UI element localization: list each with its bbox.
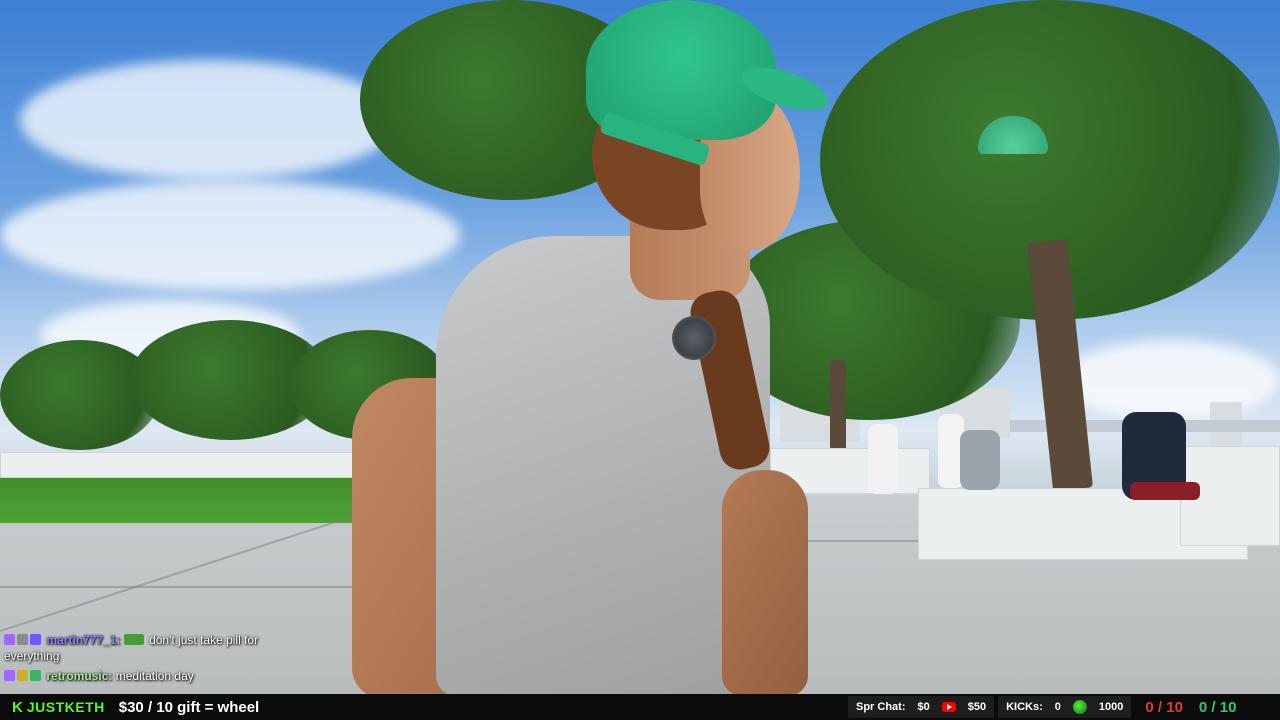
chat-message: retromusic: meditation day [4,668,304,684]
chat-username[interactable]: retromusic: [46,669,112,683]
score-green: 0 / 10 [1198,698,1237,716]
bystander [868,424,898,494]
super-chat-label: Spr Chat: [856,701,906,713]
chat-message: martin777_1: don't just take pill for ev… [4,632,304,664]
super-chat-value: $0 [917,701,930,713]
chat-text: meditation day [115,669,194,683]
streamer-arm [722,470,808,694]
emote-icon [123,634,144,645]
founder-badge-icon [30,670,41,681]
channel-name: JUSTKETH [26,699,105,715]
kicks-label: KICKs: [1006,701,1043,713]
vip-badge-icon [17,634,28,645]
cloud [20,60,400,180]
kick-coin-icon [1072,700,1087,714]
bystander [960,430,1000,490]
cloud [0,180,460,290]
tile-line [0,586,380,588]
bystander-legs [1130,482,1200,500]
chat-username[interactable]: martin777_1: [46,633,120,647]
score-red: 0 / 10 [1145,698,1183,716]
moderator-badge-icon [30,634,41,645]
gifter-badge-icon [17,670,28,681]
youtube-icon [941,702,956,712]
bottom-info-bar: K JUSTKETH $30 / 10 gift = wheel Spr Cha… [0,694,1280,720]
kicks-value: 0 [1054,701,1061,713]
youtube-value: $50 [967,701,987,713]
subscriber-badge-icon [4,670,15,681]
low-wall [0,452,400,478]
kick-goal-value: 1000 [1098,701,1124,713]
lawn [0,478,390,523]
chat-overlay: martin777_1: don't just take pill for ev… [4,632,304,688]
kick-logo-icon: K [12,698,23,716]
gift-goal-text: $30 / 10 gift = wheel [118,698,260,716]
subscriber-badge-icon [4,634,15,645]
stats-panel: Spr Chat: $0 $50 KICKs: 0 1000 0 / 10 0 … [848,696,1236,718]
cloud [1060,340,1280,420]
lapel-mic [672,316,716,360]
kicks-stat: KICKs: 0 1000 [998,696,1132,718]
channel-brand: K JUSTKETH [12,699,105,716]
stream-video [0,0,1280,694]
super-chat-stat: Spr Chat: $0 $50 [848,696,995,718]
